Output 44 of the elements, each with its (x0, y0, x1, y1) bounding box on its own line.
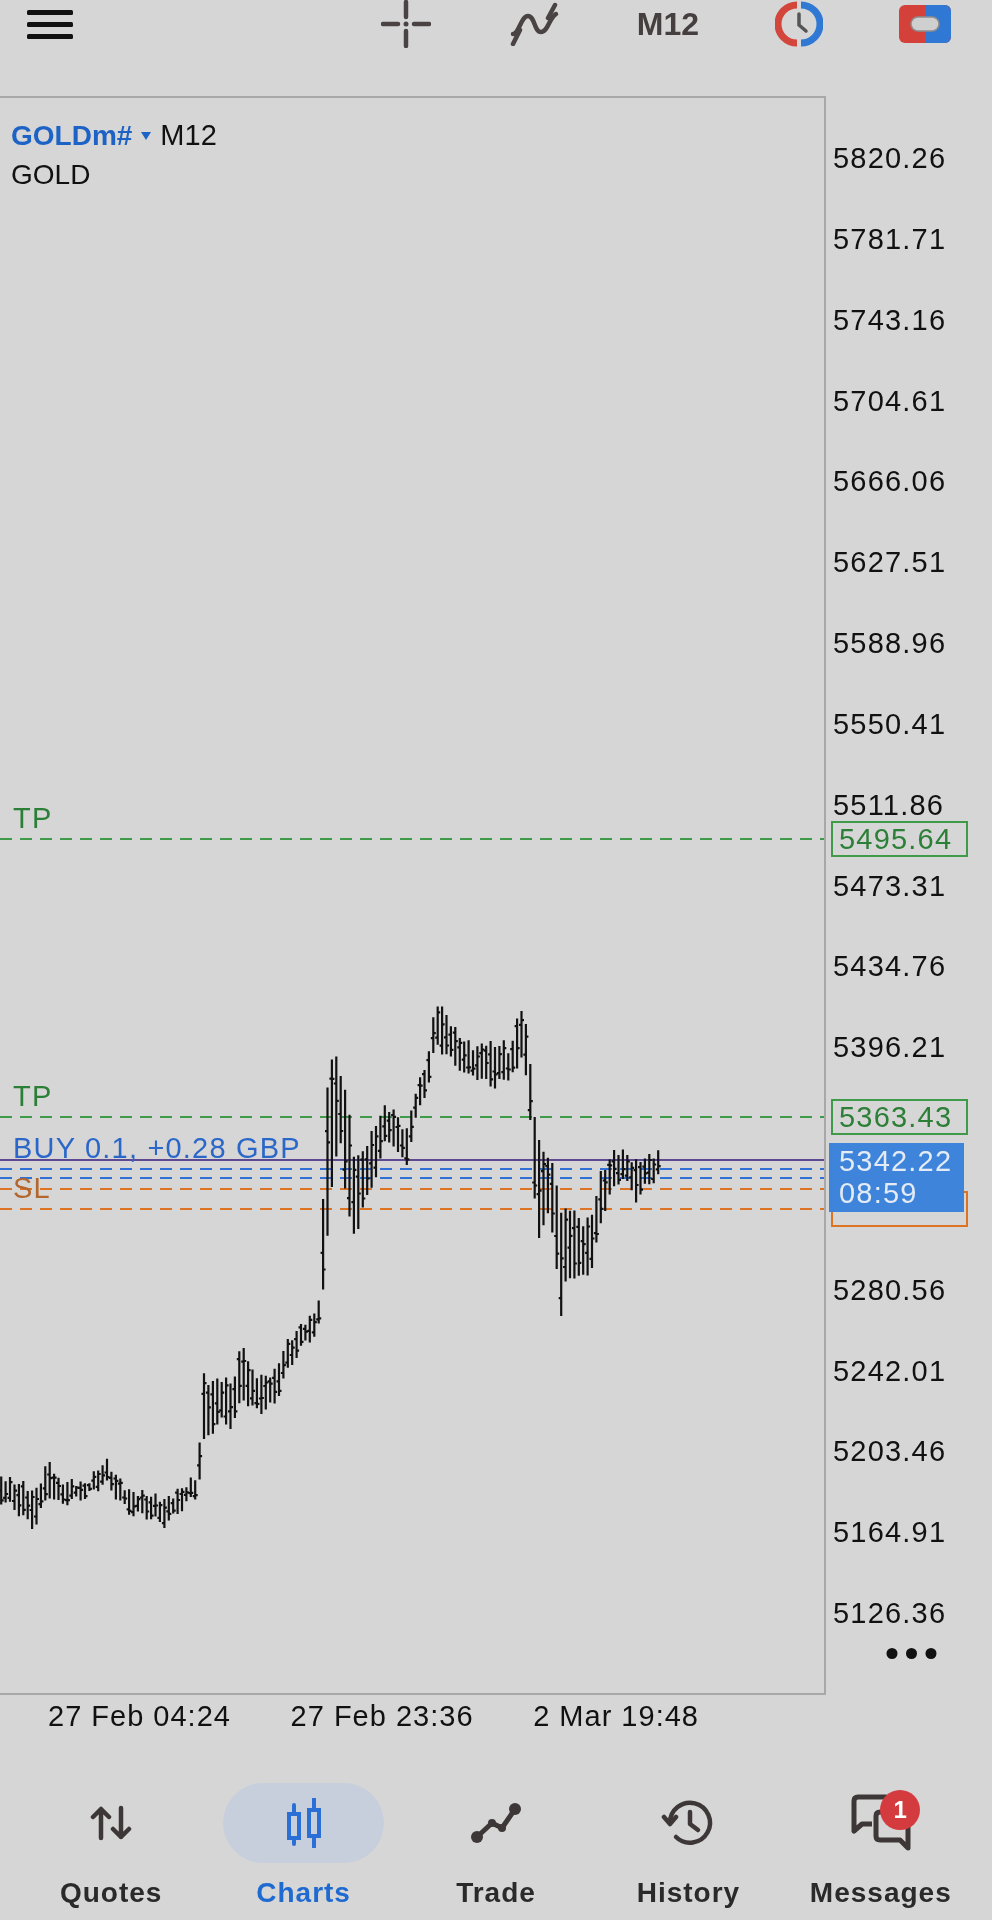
line-chart-icon (470, 1802, 522, 1844)
clock-icon[interactable] (775, 0, 823, 48)
nav-tab[interactable]: 1 Messages (784, 1783, 977, 1910)
menu-icon[interactable] (27, 9, 73, 39)
price-axis-label: 5588.96 (833, 626, 947, 660)
price-axis-label: 5203.46 (833, 1434, 947, 1469)
time-axis-label: 27 Feb 04:24 (48, 1699, 231, 1733)
bar-countdown: 08:59 (839, 1177, 919, 1209)
symbol-name[interactable]: GOLDm# (11, 119, 133, 152)
price-axis-label: 5743.16 (833, 302, 947, 337)
price-axis-label: 5434.76 (833, 949, 947, 984)
entry-label: BUY 0.1, +0.28 GBP (13, 1134, 301, 1163)
notification-badge: 1 (880, 1790, 921, 1830)
price-axis-label: 5550.41 (833, 706, 947, 741)
take-profit-tag: 5363.43 (831, 1099, 968, 1135)
price-axis-label: 5164.91 (833, 1515, 947, 1550)
time-axis-label: 2 Mar 19:48 (533, 1699, 699, 1733)
price-axis-label: 5280.56 (833, 1272, 947, 1307)
nav-tab[interactable]: History (592, 1783, 785, 1910)
take-profit-label: TP (13, 1082, 53, 1111)
take-profit-label: TP (13, 804, 53, 833)
crosshair-icon[interactable] (380, 0, 431, 48)
caret-icon[interactable] (141, 131, 152, 140)
up-down-arrows-icon (90, 1805, 133, 1841)
price-axis-label: 5126.36 (833, 1595, 947, 1630)
take-profit-tag: 5495.64 (831, 821, 968, 857)
price-axis-label: 5511.86 (833, 787, 945, 822)
current-price: 5342.22 (839, 1145, 954, 1177)
price-axis-label: 5627.51 (833, 545, 947, 580)
more-icon[interactable] (886, 1647, 937, 1660)
symbol-description: GOLD (11, 158, 91, 192)
price-axis-label: 5242.01 (833, 1353, 947, 1388)
time-axis-label: 27 Feb 23:36 (290, 1699, 474, 1733)
price-axis-label: 5666.06 (833, 464, 947, 499)
price-axis-label: 5473.31 (833, 868, 947, 903)
price-axis-label: 5781.71 (833, 221, 947, 256)
nav-tab[interactable]: Quotes (15, 1783, 208, 1910)
price-axis-label: 5396.21 (833, 1030, 947, 1065)
timeframe-button[interactable]: M12 (636, 5, 699, 43)
nav-tab[interactable]: Trade (399, 1783, 593, 1910)
price-axis-label: 5704.61 (833, 383, 947, 418)
toggle-icon[interactable] (899, 5, 951, 43)
chart-timeframe: M12 (160, 119, 217, 152)
price-axis-label: 5820.26 (833, 141, 947, 175)
